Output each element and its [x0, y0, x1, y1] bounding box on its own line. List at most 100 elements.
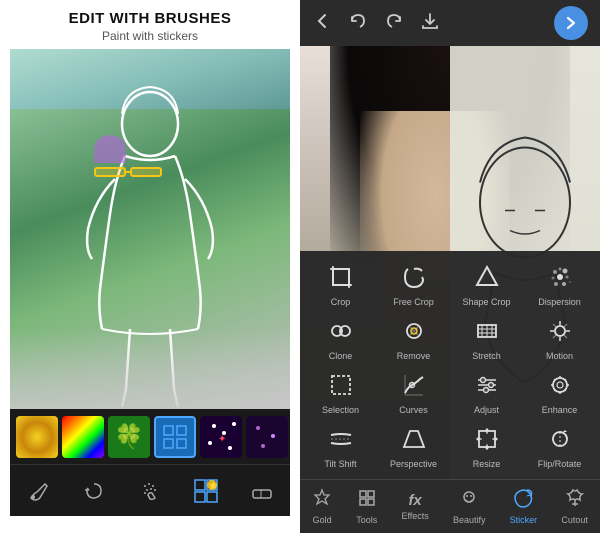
tool-perspective[interactable]: Perspective — [384, 421, 444, 469]
sparkle-dot-3 — [208, 441, 212, 445]
tool-tilt-shift[interactable]: Tilt Shift — [311, 421, 371, 469]
active-sticker-brush-icon[interactable]: ⭐ — [186, 471, 226, 511]
right-topbar — [300, 0, 600, 46]
ground-sparkle — [10, 329, 290, 409]
clover-emoji: 🍀 — [114, 422, 144, 451]
undo-button[interactable] — [348, 11, 368, 36]
sticker-sparkle[interactable]: ✦ — [200, 416, 242, 458]
dark-dot-3 — [261, 444, 265, 448]
nav-effects[interactable]: fx Effects — [397, 492, 432, 521]
motion-label: Motion — [546, 351, 573, 361]
effects-nav-label: Effects — [401, 511, 428, 521]
remove-label: Remove — [397, 351, 431, 361]
beautify-nav-label: Beautify — [453, 515, 486, 525]
nav-sticker[interactable]: Sticker — [506, 488, 542, 525]
lasso-brush-icon[interactable] — [74, 471, 114, 511]
tools-row-1: Crop Free Crop — [304, 259, 596, 307]
selection-icon — [323, 367, 359, 403]
sticker-selected[interactable] — [154, 416, 196, 458]
redo-button[interactable] — [384, 11, 404, 36]
adjust-label: Adjust — [474, 405, 499, 415]
tool-selection[interactable]: Selection — [311, 367, 371, 415]
effects-nav-icon: fx — [408, 492, 421, 509]
beautify-nav-icon — [459, 488, 479, 513]
gold-nav-label: Gold — [313, 515, 332, 525]
glasses-bridge — [126, 171, 131, 173]
tool-free-crop[interactable]: Free Crop — [384, 259, 444, 307]
right-image-area: Crop Free Crop — [300, 46, 600, 479]
tool-shape-crop[interactable]: Shape Crop — [457, 259, 517, 307]
nav-tools[interactable]: Tools — [352, 488, 381, 525]
left-panel: EDIT WITH BRUSHES Paint with stickers — [0, 0, 300, 533]
right-glasses — [130, 167, 162, 177]
tools-row-3: Selection Curves — [304, 367, 596, 415]
left-glasses — [94, 167, 126, 177]
dispersion-label: Dispersion — [538, 297, 581, 307]
sparkle-dot-4 — [228, 446, 232, 450]
download-button[interactable] — [420, 11, 440, 36]
dispersion-icon — [542, 259, 578, 295]
tools-grid: Crop Free Crop — [300, 251, 600, 479]
gold-nav-icon — [312, 488, 332, 513]
shape-crop-icon — [469, 259, 505, 295]
tool-resize[interactable]: Resize — [457, 421, 517, 469]
purple-hair — [94, 135, 126, 163]
back-button[interactable] — [312, 11, 332, 36]
tilt-shift-label: Tilt Shift — [324, 459, 356, 469]
bottom-nav: Gold Tools fx Effects — [300, 479, 600, 533]
sticker-gold[interactable] — [16, 416, 58, 458]
forward-button[interactable] — [554, 6, 588, 40]
sticker-dark[interactable] — [246, 416, 288, 458]
sticker-clover[interactable]: 🍀 — [108, 416, 150, 458]
eraser-icon[interactable] — [242, 471, 282, 511]
tools-nav-label: Tools — [356, 515, 377, 525]
perspective-icon — [396, 421, 432, 457]
curves-label: Curves — [399, 405, 428, 415]
tools-nav-icon — [357, 488, 377, 513]
resize-icon — [469, 421, 505, 457]
tools-row-4: Tilt Shift Perspective — [304, 421, 596, 469]
tool-flip-rotate[interactable]: Flip/Rotate — [530, 421, 590, 469]
tool-crop[interactable]: Crop — [311, 259, 371, 307]
sticker-bar: 🍀 ✦ — [10, 409, 290, 464]
paint-brush-icon[interactable] — [18, 471, 58, 511]
nav-beautify[interactable]: Beautify — [449, 488, 490, 525]
tool-stretch[interactable]: Stretch — [457, 313, 517, 361]
sparkle-star: ✦ — [218, 434, 226, 445]
nav-gold[interactable]: Gold — [308, 488, 336, 525]
nav-cutout[interactable]: Cutout — [557, 488, 592, 525]
stretch-icon — [469, 313, 505, 349]
left-header: EDIT WITH BRUSHES Paint with stickers — [59, 0, 242, 49]
enhance-label: Enhance — [542, 405, 578, 415]
shape-crop-label: Shape Crop — [462, 297, 510, 307]
free-crop-icon — [396, 259, 432, 295]
crop-label: Crop — [331, 297, 351, 307]
sparkle-dot-5 — [232, 422, 236, 426]
spray-icon[interactable] — [130, 471, 170, 511]
clone-icon — [323, 313, 359, 349]
dark-dot-2 — [271, 434, 275, 438]
sticker-rainbow[interactable] — [62, 416, 104, 458]
tool-enhance[interactable]: Enhance — [530, 367, 590, 415]
brush-grid-icon — [161, 423, 189, 451]
remove-icon — [396, 313, 432, 349]
cutout-nav-icon — [565, 488, 585, 513]
tool-curves[interactable]: Curves — [384, 367, 444, 415]
tool-motion[interactable]: Motion — [530, 313, 590, 361]
cutout-nav-label: Cutout — [561, 515, 588, 525]
sparkle-dot-1 — [212, 424, 216, 428]
enhance-icon — [542, 367, 578, 403]
motion-icon — [542, 313, 578, 349]
crop-icon — [323, 259, 359, 295]
tool-dispersion[interactable]: Dispersion — [530, 259, 590, 307]
dark-dot-1 — [256, 426, 260, 430]
stretch-label: Stretch — [472, 351, 501, 361]
left-bottom-toolbar: ⭐ — [10, 464, 290, 516]
right-panel: Crop Free Crop — [300, 0, 600, 533]
tools-row-2: Clone Remove — [304, 313, 596, 361]
left-title: EDIT WITH BRUSHES — [69, 10, 232, 27]
clone-label: Clone — [329, 351, 353, 361]
tool-adjust[interactable]: Adjust — [457, 367, 517, 415]
tool-remove[interactable]: Remove — [384, 313, 444, 361]
tool-clone[interactable]: Clone — [311, 313, 371, 361]
